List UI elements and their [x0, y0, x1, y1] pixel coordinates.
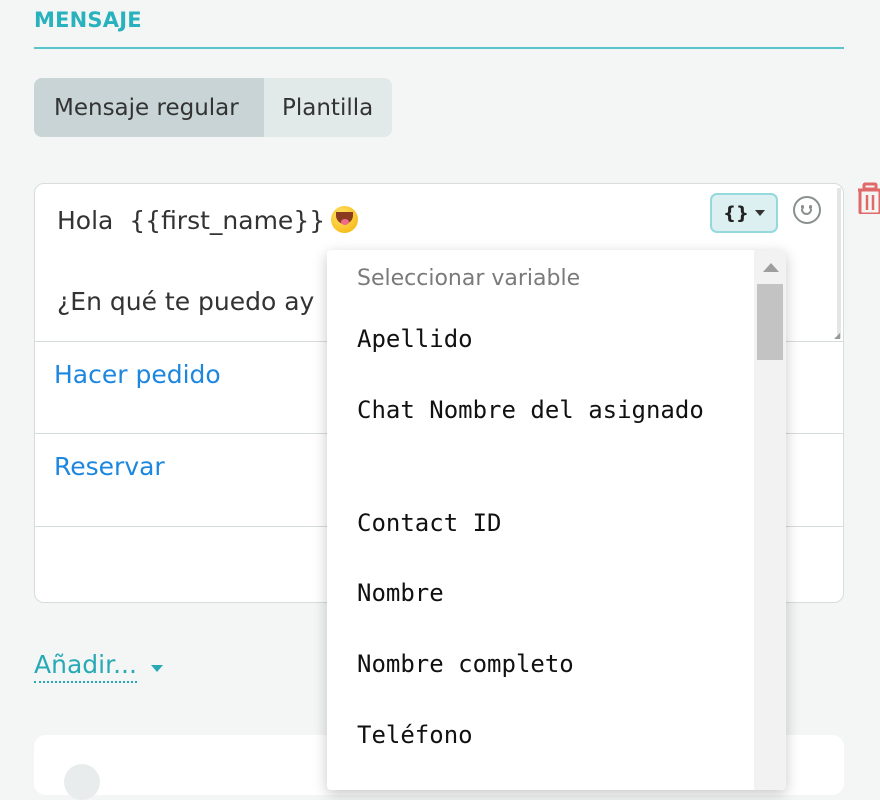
- message-type-tabs: Mensaje regular Plantilla: [34, 78, 392, 137]
- grinning-tongue-emoji-icon: [331, 206, 359, 233]
- chevron-down-icon[interactable]: [151, 665, 163, 672]
- scroll-up-arrow-icon[interactable]: [763, 263, 779, 272]
- emoji-picker-icon[interactable]: [793, 196, 821, 224]
- dropdown-header: Seleccionar variable: [357, 266, 581, 291]
- variable-option[interactable]: Contact ID: [357, 502, 737, 544]
- quick-reply-button[interactable]: Reservar: [54, 452, 165, 481]
- section-divider: [34, 47, 844, 49]
- message-scrollbar[interactable]: [837, 188, 841, 338]
- resize-handle[interactable]: ◢: [834, 331, 840, 340]
- curly-braces-icon: {}: [723, 202, 749, 224]
- avatar: [64, 764, 100, 800]
- section-title: MENSAJE: [34, 8, 142, 32]
- variable-option[interactable]: Teléfono: [357, 714, 737, 756]
- variable-dropdown: Seleccionar variable Apellido Chat Nombr…: [327, 250, 786, 790]
- quick-reply-button[interactable]: Hacer pedido: [54, 360, 221, 389]
- tab-template[interactable]: Plantilla: [264, 78, 392, 137]
- variable-option[interactable]: Chat Nombre del asignado: [357, 389, 737, 431]
- message-line-1: Hola {{first_name}}: [57, 206, 359, 235]
- insert-variable-button[interactable]: {}: [710, 193, 778, 233]
- message-line-2: ¿En qué te puedo ay: [57, 287, 315, 316]
- message-text-greeting: Hola {{first_name}}: [57, 206, 326, 235]
- chevron-down-icon: [754, 210, 765, 216]
- variable-option[interactable]: Nombre: [357, 572, 737, 614]
- variable-option[interactable]: Nombre completo: [357, 643, 737, 685]
- trash-icon[interactable]: [858, 182, 880, 214]
- dropdown-scroll-thumb[interactable]: [757, 284, 783, 360]
- add-button[interactable]: Añadir...: [34, 650, 137, 683]
- tab-regular-message[interactable]: Mensaje regular: [34, 78, 264, 137]
- variable-option[interactable]: Apellido: [357, 318, 737, 360]
